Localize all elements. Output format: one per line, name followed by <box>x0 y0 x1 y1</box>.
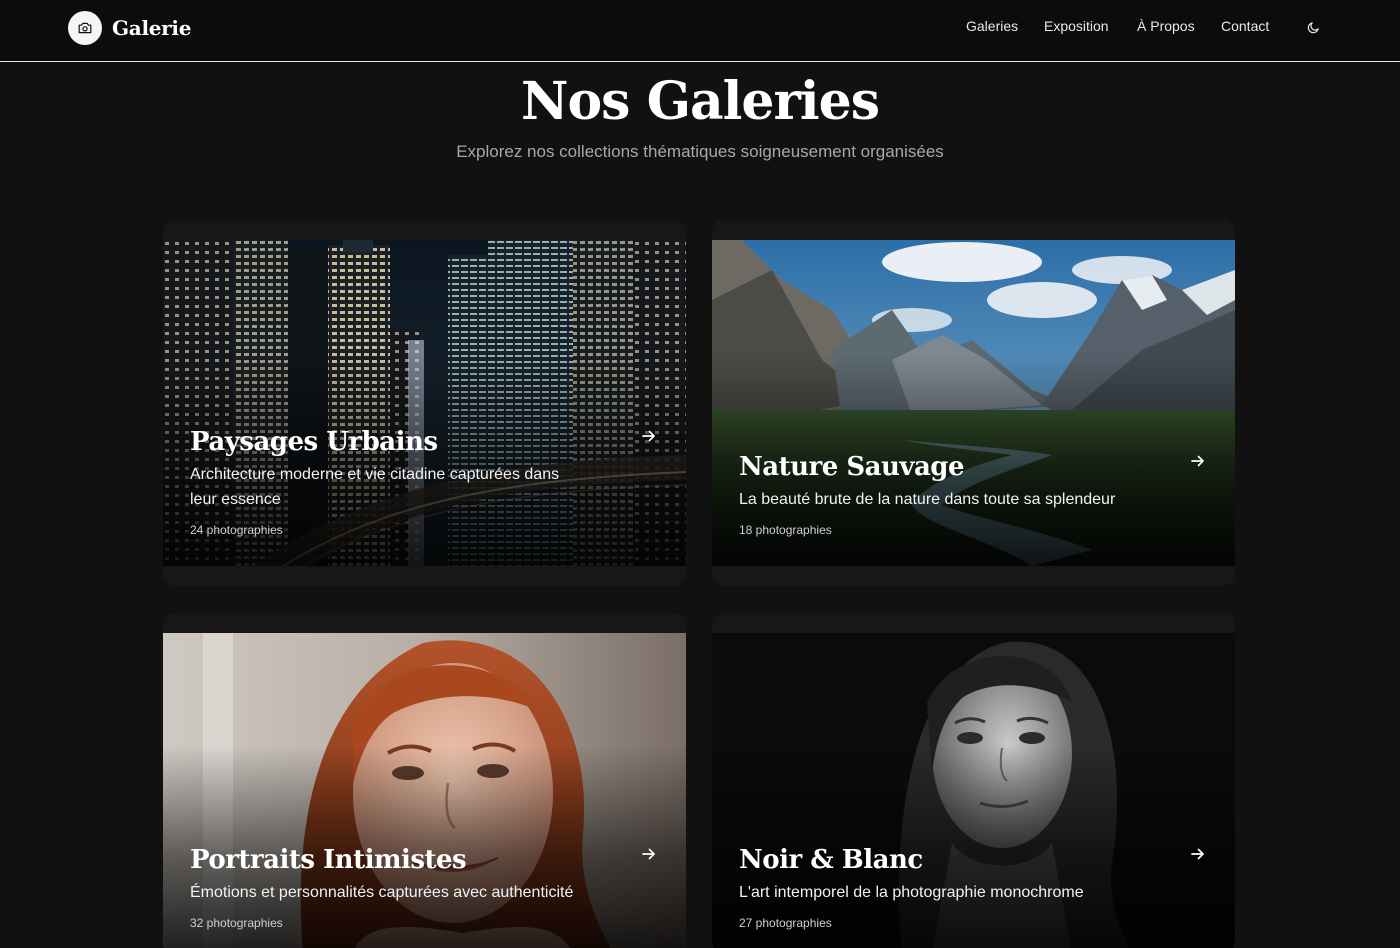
gallery-description: Émotions et personnalités capturées avec… <box>190 884 574 901</box>
gallery-card-paysages-urbains[interactable]: Paysages Urbains Architecture moderne et… <box>163 220 686 586</box>
brand-logo[interactable]: Galerie <box>68 11 191 45</box>
gallery-title: Paysages Urbains <box>190 427 438 457</box>
moon-icon <box>1307 21 1319 33</box>
gallery-description: La beauté brute de la nature dans toute … <box>739 491 1116 508</box>
camera-icon <box>68 11 102 45</box>
arrow-right-icon <box>639 426 659 446</box>
gallery-title: Noir & Blanc <box>739 845 923 875</box>
gallery-count: 27 photographies <box>739 916 832 930</box>
gallery-description: Architecture moderne et vie citadine cap… <box>190 466 560 508</box>
gallery-card-noir-et-blanc[interactable]: Noir & Blanc L'art intemporel de la phot… <box>712 613 1235 948</box>
gallery-description: L'art intemporel de la photographie mono… <box>739 884 1084 901</box>
theme-toggle-button[interactable] <box>1304 18 1322 36</box>
nav-link-exposition[interactable]: Exposition <box>1044 18 1109 34</box>
gallery-title: Nature Sauvage <box>739 452 965 482</box>
page-title: Nos Galeries <box>520 71 880 132</box>
gallery-image-mountains <box>712 240 1235 566</box>
brand-name: Galerie <box>112 16 192 40</box>
gallery-count: 32 photographies <box>190 916 283 930</box>
gallery-image-city <box>163 240 686 566</box>
nav-link-galeries[interactable]: Galeries <box>966 18 1018 34</box>
gallery-title: Portraits Intimistes <box>190 845 467 875</box>
nav-link-contact[interactable]: Contact <box>1221 18 1269 34</box>
gallery-count: 18 photographies <box>739 523 832 537</box>
nav-link-a-propos[interactable]: À Propos <box>1137 18 1195 34</box>
arrow-right-icon <box>1188 844 1208 864</box>
gallery-count: 24 photographies <box>190 523 283 537</box>
arrow-right-icon <box>1188 451 1208 471</box>
gallery-card-portraits-intimistes[interactable]: Portraits Intimistes Émotions et personn… <box>163 613 686 948</box>
site-header: Galerie Galeries Exposition À Propos Con… <box>0 0 1400 62</box>
gallery-card-nature-sauvage[interactable]: Nature Sauvage La beauté brute de la nat… <box>712 220 1235 586</box>
arrow-right-icon <box>639 844 659 864</box>
page-subtitle: Explorez nos collections thématiques soi… <box>456 142 944 161</box>
